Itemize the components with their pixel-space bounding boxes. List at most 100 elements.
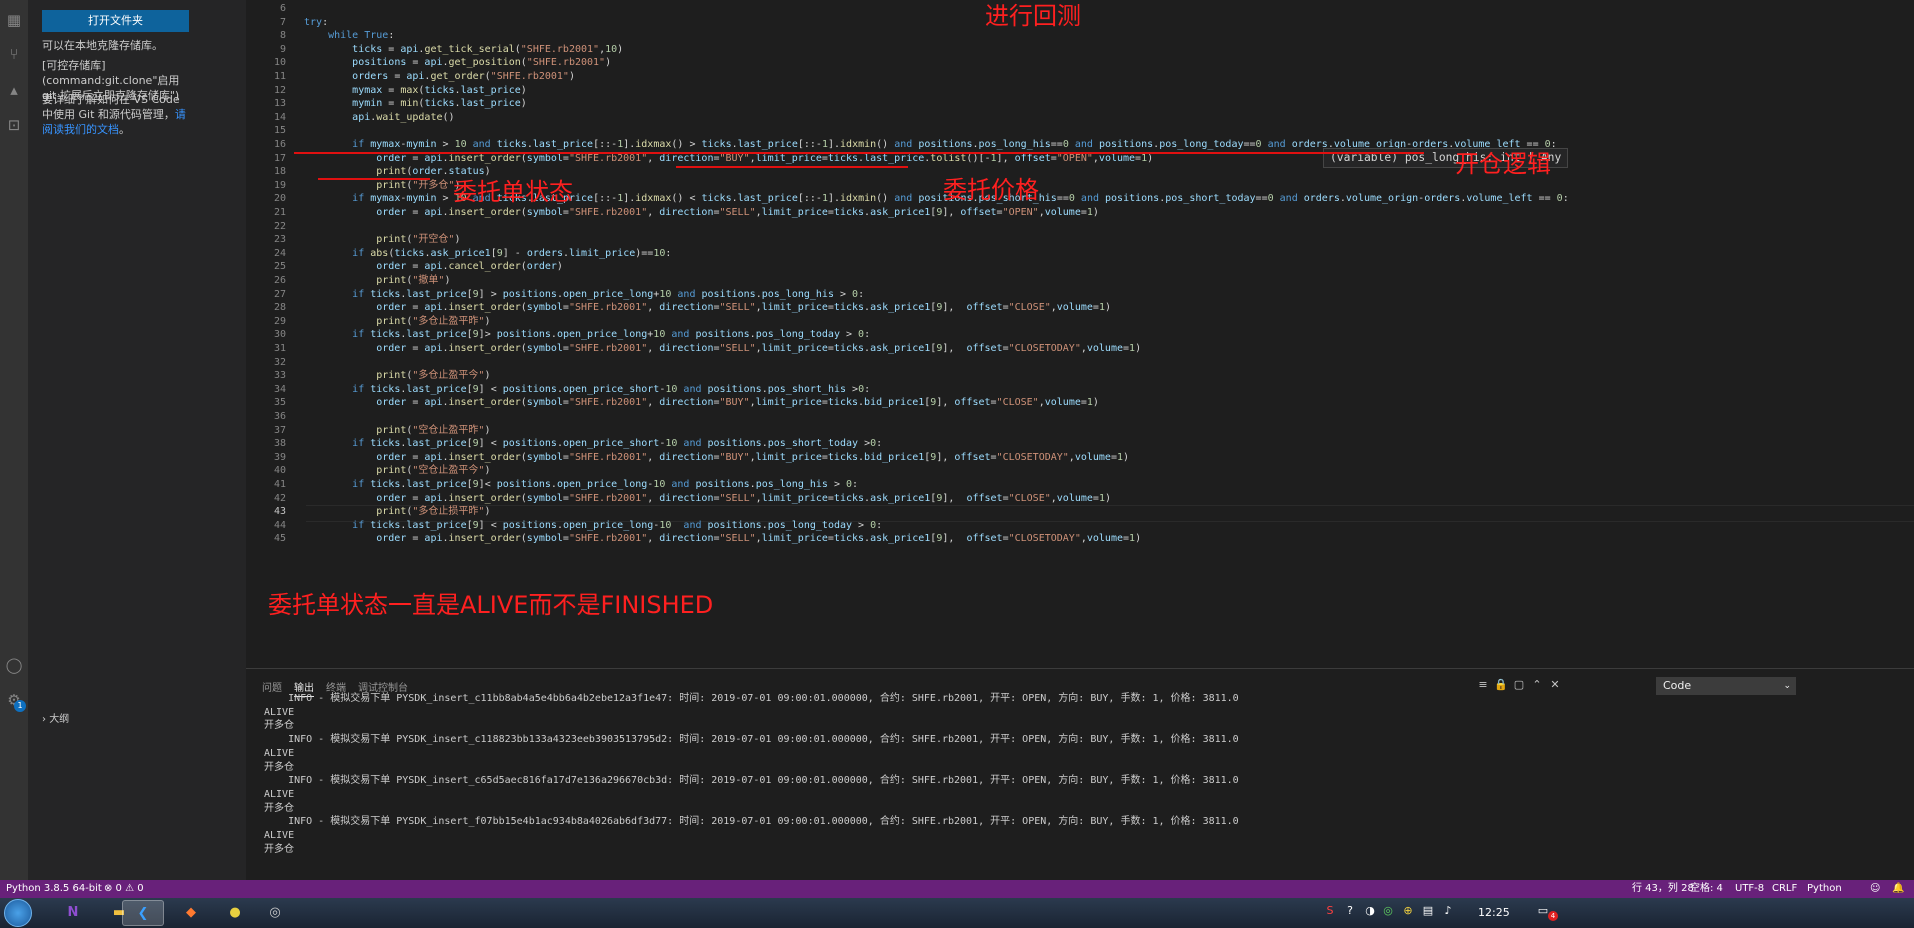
- network-icon[interactable]: ▤: [1420, 903, 1436, 919]
- output-channel-select[interactable]: Code ⌄: [1656, 677, 1796, 695]
- line-number[interactable]: 7: [246, 16, 286, 30]
- code-line[interactable]: if ticks.last_price[9] < positions.open_…: [304, 519, 882, 533]
- line-number[interactable]: 12: [246, 84, 286, 98]
- code-line[interactable]: while True:: [304, 29, 394, 43]
- tray-plus-icon[interactable]: ⊕: [1400, 903, 1416, 919]
- maximize-panel-icon[interactable]: ⌃: [1530, 678, 1544, 692]
- code-line[interactable]: order = api.insert_order(symbol="SHFE.rb…: [304, 206, 1099, 220]
- code-line[interactable]: if ticks.last_price[9]> positions.open_p…: [304, 328, 870, 342]
- clock[interactable]: 12:25: [1478, 898, 1510, 928]
- line-ending[interactable]: CRLF: [1772, 880, 1797, 898]
- line-number[interactable]: 41: [246, 478, 286, 492]
- code-line[interactable]: order = api.insert_order(symbol="SHFE.rb…: [304, 451, 1129, 465]
- line-number[interactable]: 24: [246, 247, 286, 261]
- line-number[interactable]: 14: [246, 111, 286, 125]
- line-number[interactable]: 34: [246, 383, 286, 397]
- python-interpreter[interactable]: Python 3.8.5 64-bit: [6, 880, 102, 898]
- code-line[interactable]: print("空仓止盈平今"): [304, 464, 490, 478]
- code-line[interactable]: order = api.insert_order(symbol="SHFE.rb…: [304, 492, 1111, 506]
- remote-explorer-icon[interactable]: ⊡: [4, 115, 24, 135]
- line-number[interactable]: 36: [246, 410, 286, 424]
- line-number[interactable]: 29: [246, 315, 286, 329]
- code-line[interactable]: order = api.insert_order(symbol="SHFE.rb…: [304, 342, 1141, 356]
- line-number[interactable]: 11: [246, 70, 286, 84]
- sogou-input-icon[interactable]: S: [1322, 903, 1338, 919]
- encoding[interactable]: UTF-8: [1735, 880, 1764, 898]
- line-number[interactable]: 32: [246, 356, 286, 370]
- code-line[interactable]: api.wait_update(): [304, 111, 454, 125]
- accounts-icon[interactable]: ◯: [4, 655, 24, 675]
- code-line[interactable]: mymax = max(ticks.last_price): [304, 84, 527, 98]
- chrome-icon[interactable]: ●: [214, 900, 256, 926]
- line-number[interactable]: 18: [246, 165, 286, 179]
- line-number[interactable]: 8: [246, 29, 286, 43]
- code-line[interactable]: print("撤单"): [304, 274, 450, 288]
- language-mode[interactable]: Python: [1807, 880, 1842, 898]
- code-line[interactable]: order = api.insert_order(symbol="SHFE.rb…: [304, 396, 1099, 410]
- line-number[interactable]: 13: [246, 97, 286, 111]
- line-number[interactable]: 15: [246, 124, 286, 138]
- code-line[interactable]: print("多仓止损平昨"): [304, 505, 490, 519]
- line-number[interactable]: 16: [246, 138, 286, 152]
- code-line[interactable]: order = api.insert_order(symbol="SHFE.rb…: [304, 532, 1141, 546]
- volume-icon[interactable]: ♪: [1440, 903, 1456, 919]
- code-line[interactable]: order = api.cancel_order(order): [304, 260, 563, 274]
- line-number[interactable]: 21: [246, 206, 286, 220]
- line-number[interactable]: 28: [246, 301, 286, 315]
- start-button[interactable]: [4, 899, 32, 927]
- cursor-position[interactable]: 行 43，列 28: [1632, 880, 1694, 898]
- line-number[interactable]: 17: [246, 152, 286, 166]
- line-number[interactable]: 26: [246, 274, 286, 288]
- line-number[interactable]: 35: [246, 396, 286, 410]
- line-number[interactable]: 10: [246, 56, 286, 70]
- clear-output-icon[interactable]: ≡: [1476, 678, 1490, 692]
- line-number[interactable]: 33: [246, 369, 286, 383]
- code-line[interactable]: if ticks.last_price[9] < positions.open_…: [304, 383, 870, 397]
- line-number[interactable]: 43: [246, 505, 286, 519]
- line-number[interactable]: 31: [246, 342, 286, 356]
- source-control-icon[interactable]: ⑂: [4, 44, 24, 64]
- docker-icon[interactable]: ▴: [4, 80, 24, 100]
- line-number[interactable]: 6: [246, 2, 286, 16]
- code-line[interactable]: try:: [304, 16, 328, 30]
- line-number[interactable]: 44: [246, 519, 286, 533]
- lock-scroll-icon[interactable]: 🔒: [1494, 678, 1508, 692]
- help-icon[interactable]: ?: [1342, 903, 1358, 919]
- code-line[interactable]: if ticks.last_price[9] < positions.open_…: [304, 437, 882, 451]
- line-number[interactable]: 9: [246, 43, 286, 57]
- line-number[interactable]: 30: [246, 328, 286, 342]
- vscode-icon[interactable]: ❮: [122, 900, 164, 926]
- line-number[interactable]: 39: [246, 451, 286, 465]
- line-number[interactable]: 37: [246, 424, 286, 438]
- code-line[interactable]: mymin = min(ticks.last_price): [304, 97, 527, 111]
- code-line[interactable]: print("开空仓"): [304, 233, 460, 247]
- extensions-icon[interactable]: ▦: [4, 10, 24, 30]
- feedback-icon[interactable]: ☺: [1870, 880, 1880, 898]
- line-number[interactable]: 27: [246, 288, 286, 302]
- open-folder-button[interactable]: 打开文件夹: [42, 10, 189, 32]
- line-number[interactable]: 38: [246, 437, 286, 451]
- code-line[interactable]: positions = api.get_position("SHFE.rb200…: [304, 56, 611, 70]
- code-line[interactable]: if abs(ticks.ask_price1[9] - orders.limi…: [304, 247, 671, 261]
- code-line[interactable]: print("空仓止盈平昨"): [304, 424, 490, 438]
- line-number[interactable]: 45: [246, 532, 286, 546]
- onenote-icon[interactable]: N: [52, 900, 94, 926]
- tray-app-icon[interactable]: ◑: [1362, 903, 1378, 919]
- outline-section-header[interactable]: › 大纲: [42, 710, 69, 725]
- code-line[interactable]: if ticks.last_price[9]< positions.open_p…: [304, 478, 858, 492]
- open-log-icon[interactable]: ▢: [1512, 678, 1526, 692]
- line-number[interactable]: 40: [246, 464, 286, 478]
- line-number[interactable]: 25: [246, 260, 286, 274]
- problems-indicator[interactable]: ⊗ 0 ⚠ 0: [104, 880, 144, 898]
- notifications-bell-icon[interactable]: 🔔: [1892, 880, 1904, 898]
- wechat-tray-icon[interactable]: ◎: [1380, 903, 1396, 919]
- line-number[interactable]: 20: [246, 192, 286, 206]
- line-number[interactable]: 19: [246, 179, 286, 193]
- code-line[interactable]: print("多仓止盈平昨"): [304, 315, 490, 329]
- code-editor[interactable]: 6 7 try: 8 while True: 9 ticks = api.get_tic…: [246, 0, 1914, 668]
- code-line[interactable]: ticks = api.get_tick_serial("SHFE.rb2001…: [304, 43, 623, 57]
- code-line[interactable]: if ticks.last_price[9] > positions.open_…: [304, 288, 864, 302]
- code-line[interactable]: print("多仓止盈平今"): [304, 369, 490, 383]
- indentation[interactable]: 空格: 4: [1690, 880, 1723, 898]
- close-panel-icon[interactable]: ✕: [1548, 678, 1562, 692]
